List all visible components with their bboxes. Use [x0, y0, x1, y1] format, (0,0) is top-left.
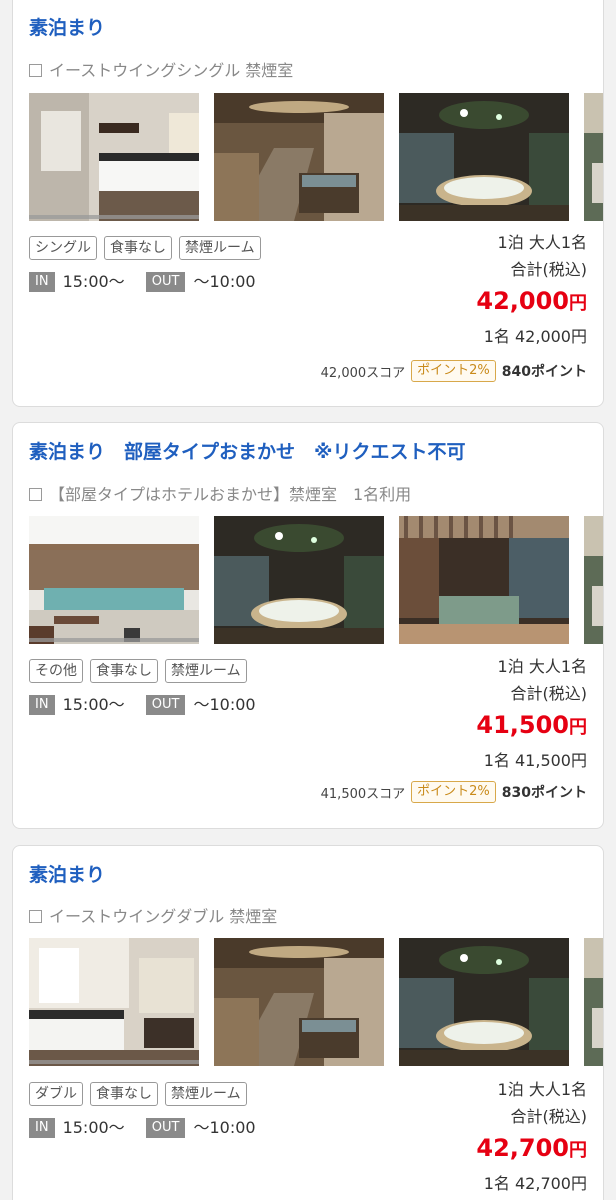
garden-photo[interactable]: [584, 938, 604, 1066]
point-rate-badge: ポイント2%: [411, 360, 496, 382]
per-person-price: 1名 42,000円: [483, 327, 587, 346]
checkin-badge: IN: [29, 695, 55, 715]
checkout-badge: OUT: [145, 272, 186, 292]
tag-list: シングル 食事なし 禁煙ルーム: [29, 236, 261, 260]
plan-card[interactable]: 素泊まり イーストウイングシングル 禁煙室 シングル 食事なし 禁煙ルーム IN…: [12, 0, 604, 407]
indoor-bath-photo[interactable]: [214, 938, 384, 1066]
tag-room-type: シングル: [29, 236, 97, 260]
total-price: 42,700円: [476, 1131, 587, 1168]
tag-meal: 食事なし: [90, 1082, 158, 1106]
room-type-label: イーストウイングシングル 禁煙室: [49, 61, 294, 80]
tag-meal: 食事なし: [104, 236, 172, 260]
plan-card[interactable]: 素泊まり イーストウイングダブル 禁煙室 ダブル 食事なし 禁煙ルーム IN 15…: [12, 845, 604, 1200]
jacuzzi-photo[interactable]: [399, 93, 569, 221]
jacuzzi-photo[interactable]: [214, 516, 384, 644]
price-summary: 1泊 大人1名 合計(税込) 42,700円 1名 42,700円: [476, 1078, 587, 1196]
earned-points: 840ポイント: [501, 364, 587, 380]
currency-unit: 円: [569, 1140, 587, 1161]
checkout-badge: OUT: [145, 1118, 186, 1138]
room-type: イーストウイングダブル 禁煙室: [29, 903, 277, 927]
room-type-label: イーストウイングダブル 禁煙室: [49, 907, 278, 926]
total-price-value: 41,500: [476, 711, 569, 739]
per-person-price: 1名 42,700円: [483, 1174, 587, 1193]
per-person-price: 1名 41,500円: [483, 751, 587, 770]
room-type: 【部屋タイプはホテルおまかせ】禁煙室 1名利用: [29, 481, 411, 505]
checkin-badge: IN: [29, 272, 55, 292]
indoor-bath-photo[interactable]: [214, 93, 384, 221]
plan-title[interactable]: 素泊まり 部屋タイプおまかせ ※リクエスト不可: [29, 437, 465, 464]
tag-meal: 食事なし: [90, 659, 158, 683]
room-checkbox-icon: [29, 488, 42, 501]
checkin-time: 15:00〜: [62, 1118, 125, 1137]
plan-title[interactable]: 素泊まり: [29, 13, 105, 40]
tag-room-type: その他: [29, 659, 83, 683]
plan-card[interactable]: 素泊まり 部屋タイプおまかせ ※リクエスト不可 【部屋タイプはホテルおまかせ】禁…: [12, 422, 604, 829]
checkin-checkout: IN 15:00〜 OUT 〜10:00: [29, 691, 256, 715]
room-type: イーストウイングシングル 禁煙室: [29, 57, 293, 81]
checkout-time: 〜10:00: [193, 695, 256, 714]
price-summary: 1泊 大人1名 合計(税込) 41,500円 1名 41,500円: [476, 655, 587, 773]
plan-title[interactable]: 素泊まり: [29, 860, 105, 887]
stay-guests: 1泊 大人1名: [497, 657, 587, 676]
tag-smoking: 禁煙ルーム: [165, 659, 247, 683]
garden-photo[interactable]: [584, 516, 604, 644]
checkout-time: 〜10:00: [193, 1118, 256, 1137]
tag-smoking: 禁煙ルーム: [179, 236, 261, 260]
garden-photo[interactable]: [584, 93, 604, 221]
gallery-scrollbar[interactable]: [29, 638, 199, 642]
point-rate-badge: ポイント2%: [411, 781, 496, 803]
checkout-badge: OUT: [145, 695, 186, 715]
room-checkbox-icon: [29, 910, 42, 923]
currency-unit: 円: [569, 717, 587, 738]
photo-gallery[interactable]: [29, 516, 604, 644]
photo-gallery[interactable]: [29, 938, 604, 1066]
currency-unit: 円: [569, 293, 587, 314]
tag-smoking: 禁煙ルーム: [165, 1082, 247, 1106]
double-room-photo[interactable]: [29, 938, 199, 1066]
earned-points: 830ポイント: [501, 785, 587, 801]
total-price: 41,500円: [476, 708, 587, 745]
score: 41,500スコア: [320, 786, 406, 802]
points-row: 42,000スコア ポイント2% 840ポイント: [321, 360, 587, 382]
plan-list: 素泊まり イーストウイングシングル 禁煙室 シングル 食事なし 禁煙ルーム IN…: [0, 0, 616, 1200]
terrace-bath-photo[interactable]: [399, 516, 569, 644]
room-type-label: 【部屋タイプはホテルおまかせ】禁煙室 1名利用: [49, 485, 412, 504]
checkout-time: 〜10:00: [193, 272, 256, 291]
total-tax-label: 合計(税込): [510, 1107, 588, 1126]
stay-guests: 1泊 大人1名: [497, 233, 587, 252]
price-summary: 1泊 大人1名 合計(税込) 42,000円 1名 42,000円: [476, 231, 587, 349]
checkin-checkout: IN 15:00〜 OUT 〜10:00: [29, 1114, 256, 1138]
total-tax-label: 合計(税込): [510, 260, 588, 279]
tag-list: ダブル 食事なし 禁煙ルーム: [29, 1082, 247, 1106]
points-row: 41,500スコア ポイント2% 830ポイント: [321, 781, 587, 803]
total-price-value: 42,700: [476, 1134, 569, 1162]
checkin-time: 15:00〜: [62, 272, 125, 291]
room-checkbox-icon: [29, 64, 42, 77]
stay-guests: 1泊 大人1名: [497, 1080, 587, 1099]
checkin-time: 15:00〜: [62, 695, 125, 714]
total-price: 42,000円: [476, 284, 587, 321]
open-air-bath-photo[interactable]: [29, 516, 199, 644]
photo-gallery[interactable]: [29, 93, 604, 221]
tag-room-type: ダブル: [29, 1082, 83, 1106]
total-tax-label: 合計(税込): [510, 684, 588, 703]
gallery-scrollbar[interactable]: [29, 215, 199, 219]
checkin-checkout: IN 15:00〜 OUT 〜10:00: [29, 268, 256, 292]
total-price-value: 42,000: [476, 287, 569, 315]
score: 42,000スコア: [320, 365, 406, 381]
jacuzzi-photo[interactable]: [399, 938, 569, 1066]
gallery-scrollbar[interactable]: [29, 1060, 199, 1064]
single-room-photo[interactable]: [29, 93, 199, 221]
checkin-badge: IN: [29, 1118, 55, 1138]
tag-list: その他 食事なし 禁煙ルーム: [29, 659, 247, 683]
